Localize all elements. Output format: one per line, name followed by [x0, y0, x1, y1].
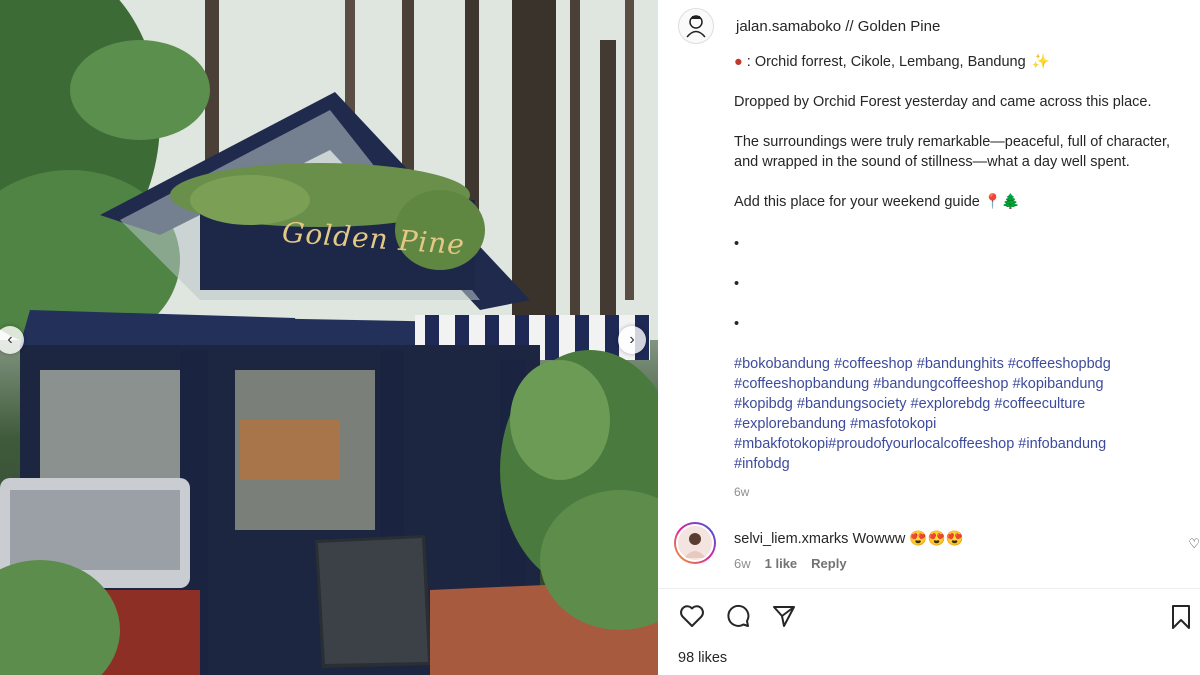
commenter-username[interactable]: selvi_liem.xmarks: [734, 531, 848, 547]
author-avatar[interactable]: [678, 8, 714, 44]
pin-icon: ●: [734, 54, 743, 70]
post-image[interactable]: Golden Pine ‹ ›: [0, 0, 658, 675]
heart-icon: [680, 605, 704, 627]
caption-line: The surroundings were truly remarkable—p…: [734, 134, 1171, 150]
likes-count[interactable]: 98 likes: [678, 650, 727, 666]
author-username[interactable]: jalan.samaboko: [736, 18, 841, 35]
chevron-right-icon: ›: [629, 331, 635, 348]
comment-item: selvi_liem.xmarks Wowww 😍😍😍 6w 1 like Re…: [674, 522, 964, 571]
carousel-next-button[interactable]: ›: [618, 326, 646, 354]
hashtag-line[interactable]: #mbakfotokopi#proudofyourlocalcoffeeshop…: [734, 434, 1200, 454]
caption-line: Dropped by Orchid Forest yesterday and c…: [734, 94, 1152, 110]
post-details-panel: jalan.samaboko // Golden Pine ● : Orchid…: [658, 0, 1200, 675]
comment-meta: 6w 1 like Reply: [734, 556, 964, 571]
commenter-avatar[interactable]: [674, 522, 716, 564]
send-icon: [773, 606, 795, 627]
sparkle-icon: ✨: [1031, 54, 1050, 70]
post-header: jalan.samaboko // Golden Pine: [678, 8, 940, 44]
comment-emojis: 😍😍😍: [909, 531, 964, 547]
caption-bullet: •: [734, 236, 740, 252]
avatar-sketch-icon: [686, 15, 706, 38]
post-caption: ● : Orchid forrest, Cikole, Lembang, Ban…: [734, 52, 1200, 502]
comment-icon: [727, 604, 750, 627]
person-icon: [684, 533, 706, 558]
reply-button[interactable]: Reply: [811, 556, 846, 571]
hashtag-line[interactable]: #kopibdg #bandungsociety #explorebdg #co…: [734, 394, 1200, 414]
comment-button[interactable]: [724, 602, 752, 630]
hashtag-line[interactable]: #coffeeshopbandung #bandungcoffeeshop #k…: [734, 374, 1200, 394]
comment-likes-link[interactable]: 1 like: [765, 556, 798, 571]
comment-like-heart-icon[interactable]: ♡: [1188, 536, 1200, 552]
header-suffix: // Golden Pine: [841, 17, 941, 35]
bookmark-icon: [1172, 605, 1190, 629]
hashtag-line[interactable]: #infobdg: [734, 454, 1200, 474]
post-header-title: jalan.samaboko // Golden Pine: [736, 18, 940, 35]
action-bar: [678, 602, 798, 630]
save-button[interactable]: [1170, 604, 1196, 632]
comment-text: Wowww: [848, 531, 910, 547]
location-text: : Orchid forrest, Cikole, Lembang, Bandu…: [746, 54, 1026, 70]
divider: [658, 588, 1200, 589]
caption-line: Add this place for your weekend guide 📍🌲: [734, 194, 1020, 210]
hashtag-line[interactable]: #bokobandung #coffeeshop #bandunghits #c…: [734, 354, 1200, 374]
comment-time: 6w: [734, 556, 751, 571]
coffee-kiosk-photo: [0, 0, 658, 675]
comment-text-line: selvi_liem.xmarks Wowww 😍😍😍: [734, 530, 964, 547]
location-line: ● : Orchid forrest, Cikole, Lembang, Ban…: [734, 52, 1200, 72]
share-button[interactable]: [770, 602, 798, 630]
hashtag-block: #bokobandung #coffeeshop #bandunghits #c…: [734, 354, 1200, 474]
caption-bullet: •: [734, 276, 740, 292]
post-timestamp: 6w: [734, 485, 750, 499]
like-button[interactable]: [678, 602, 706, 630]
chevron-left-icon: ‹: [7, 331, 13, 348]
caption-bullet: •: [734, 316, 740, 332]
hashtag-line[interactable]: #explorebandung #masfotokopi: [734, 414, 1200, 434]
caption-line: and wrapped in the sound of stillness—wh…: [734, 154, 1130, 170]
